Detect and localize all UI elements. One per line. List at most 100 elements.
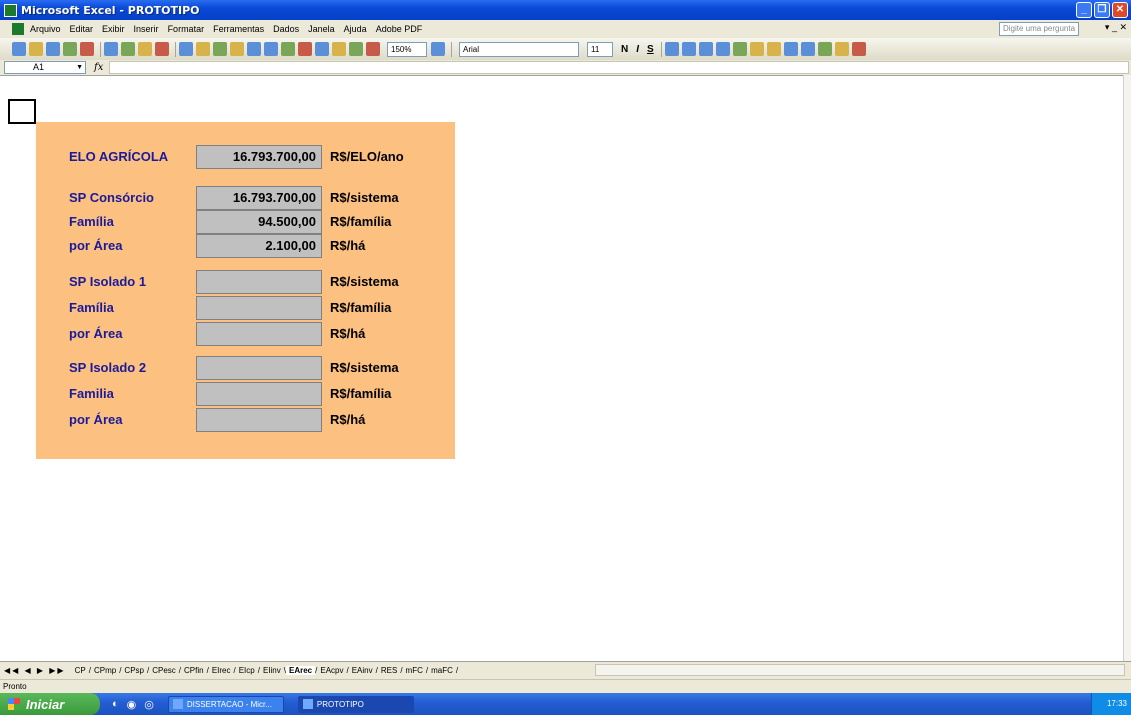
sheet-tab-cpfin[interactable]: CPfin — [181, 666, 207, 675]
row-value-cell[interactable] — [196, 270, 322, 294]
font-size-select[interactable]: 11 — [587, 41, 613, 57]
row-value-cell[interactable] — [196, 382, 322, 406]
restore-button[interactable]: ❐ — [1094, 2, 1110, 18]
permission-icon[interactable] — [63, 42, 77, 56]
sort-desc-icon[interactable] — [332, 42, 346, 56]
minimize-button[interactable]: _ — [1076, 2, 1092, 18]
browser-icon[interactable]: ◐ — [112, 698, 119, 711]
sheet-nav-arrows[interactable]: ◀◀ ◀ ▶ ▶▶ — [4, 666, 66, 675]
menu-item-ferramentas[interactable]: Ferramentas — [213, 24, 264, 34]
align-center-icon[interactable] — [681, 42, 696, 56]
row-value-cell[interactable] — [196, 322, 322, 346]
italic-button[interactable]: I — [636, 44, 639, 55]
chart-wizard-icon[interactable] — [349, 42, 363, 56]
sheet-tab-mfc[interactable]: mFC — [403, 666, 426, 675]
menu-item-formatar[interactable]: Formatar — [168, 24, 205, 34]
row-value-cell[interactable] — [196, 408, 322, 432]
currency-icon[interactable] — [732, 42, 747, 56]
sheet-tab-cpesc[interactable]: CPesc — [149, 666, 179, 675]
row-value-cell[interactable] — [196, 356, 322, 380]
help-icon[interactable] — [431, 42, 445, 56]
menu-item-exibir[interactable]: Exibir — [102, 24, 125, 34]
save-icon[interactable] — [46, 42, 60, 56]
sheet-tab-eacpv[interactable]: EAcpv — [317, 666, 346, 675]
percent-icon[interactable] — [749, 42, 764, 56]
row-value-cell[interactable]: 16.793.700,00 — [196, 145, 322, 169]
taskbar-item-prototipo[interactable]: PROTOTIPO — [297, 695, 414, 713]
copy-icon[interactable] — [196, 42, 210, 56]
name-box[interactable]: A1 ▼ — [4, 61, 86, 74]
open-icon[interactable] — [29, 42, 43, 56]
comma-style-icon[interactable] — [766, 42, 781, 56]
font-color-icon[interactable] — [851, 42, 866, 56]
excel-app-icon — [4, 3, 17, 17]
active-cell-a1[interactable] — [8, 99, 36, 124]
row-value-cell[interactable]: 2.100,00 — [196, 234, 322, 258]
increase-decimal-icon[interactable] — [783, 42, 798, 56]
start-button[interactable]: Iniciar — [0, 693, 100, 715]
formula-bar: A1 ▼ fx — [0, 60, 1131, 75]
sort-asc-icon[interactable] — [315, 42, 329, 56]
row-familia-consorcio: Família 94.500,00 R$/família — [36, 210, 455, 234]
media-icon[interactable]: ◎ — [144, 698, 154, 711]
formula-input[interactable] — [109, 61, 1129, 74]
document-icon[interactable] — [12, 23, 24, 35]
borders-icon[interactable] — [817, 42, 832, 56]
row-value-cell[interactable] — [196, 296, 322, 320]
redo-icon[interactable] — [264, 42, 278, 56]
sheet-tab-eainv[interactable]: EAinv — [349, 666, 376, 675]
zoom-select[interactable]: 150% — [387, 41, 427, 57]
sheet-tab-eiinv[interactable]: EIinv — [260, 666, 284, 675]
align-left-icon[interactable] — [664, 42, 679, 56]
vertical-scrollbar[interactable] — [1123, 75, 1131, 661]
sheet-tab-earec[interactable]: EArec — [286, 666, 316, 675]
menu-item-ajuda[interactable]: Ajuda — [344, 24, 367, 34]
email-icon[interactable] — [80, 42, 94, 56]
format-painter-icon[interactable] — [230, 42, 244, 56]
font-name-select[interactable]: Arial — [459, 41, 579, 57]
sheet-tab-cpsp[interactable]: CPsp — [121, 666, 147, 675]
horizontal-scrollbar[interactable] — [595, 664, 1125, 676]
underline-button[interactable]: S — [647, 44, 654, 55]
paste-icon[interactable] — [213, 42, 227, 56]
sheet-tab-cpmp[interactable]: CPmp — [91, 666, 119, 675]
print-preview-icon[interactable] — [121, 42, 135, 56]
spelling-icon[interactable] — [138, 42, 152, 56]
ask-question-input[interactable]: Digite uma pergunta — [999, 22, 1079, 36]
decrease-decimal-icon[interactable] — [800, 42, 815, 56]
bold-button[interactable]: N — [621, 44, 628, 55]
cut-icon[interactable] — [179, 42, 193, 56]
drawing-icon[interactable] — [366, 42, 380, 56]
align-right-icon[interactable] — [698, 42, 713, 56]
undo-icon[interactable] — [247, 42, 261, 56]
menu-item-adobe-pdf[interactable]: Adobe PDF — [376, 24, 423, 34]
sheet-tab-eicp[interactable]: EIcp — [236, 666, 258, 675]
fill-color-icon[interactable] — [834, 42, 849, 56]
chevron-down-icon[interactable]: ▼ — [76, 62, 83, 73]
print-icon[interactable] — [104, 42, 118, 56]
mdi-window-controls[interactable]: ▾ _ ✕ — [1105, 22, 1127, 33]
hyperlink-icon[interactable] — [281, 42, 295, 56]
menu-item-inserir[interactable]: Inserir — [134, 24, 159, 34]
sheet-tab-eirec[interactable]: EIrec — [209, 666, 234, 675]
row-unit: R$/sistema — [330, 360, 399, 375]
merge-center-icon[interactable] — [715, 42, 730, 56]
menu-item-editar[interactable]: Editar — [70, 24, 94, 34]
sheet-tab-res[interactable]: RES — [378, 666, 400, 675]
insert-function-icon[interactable]: fx — [94, 62, 103, 73]
menu-item-janela[interactable]: Janela — [308, 24, 335, 34]
sheet-tab-mafc[interactable]: maFC — [428, 666, 456, 675]
close-button[interactable]: ✕ — [1112, 2, 1128, 18]
row-value-cell[interactable]: 16.793.700,00 — [196, 186, 322, 210]
row-value-cell[interactable]: 94.500,00 — [196, 210, 322, 234]
word-icon — [172, 699, 183, 709]
system-tray-clock[interactable]: 17:33 — [1091, 693, 1131, 715]
menu-item-arquivo[interactable]: Arquivo — [30, 24, 61, 34]
menu-item-dados[interactable]: Dados — [273, 24, 299, 34]
autosum-icon[interactable] — [298, 42, 312, 56]
new-icon[interactable] — [12, 42, 26, 56]
sheet-tab-cp[interactable]: CP — [72, 666, 89, 675]
taskbar-item-dissertacao[interactable]: DISSERTACAO - Micr... — [167, 695, 284, 713]
desktop-icon[interactable]: ◉ — [127, 698, 137, 711]
research-icon[interactable] — [155, 42, 169, 56]
